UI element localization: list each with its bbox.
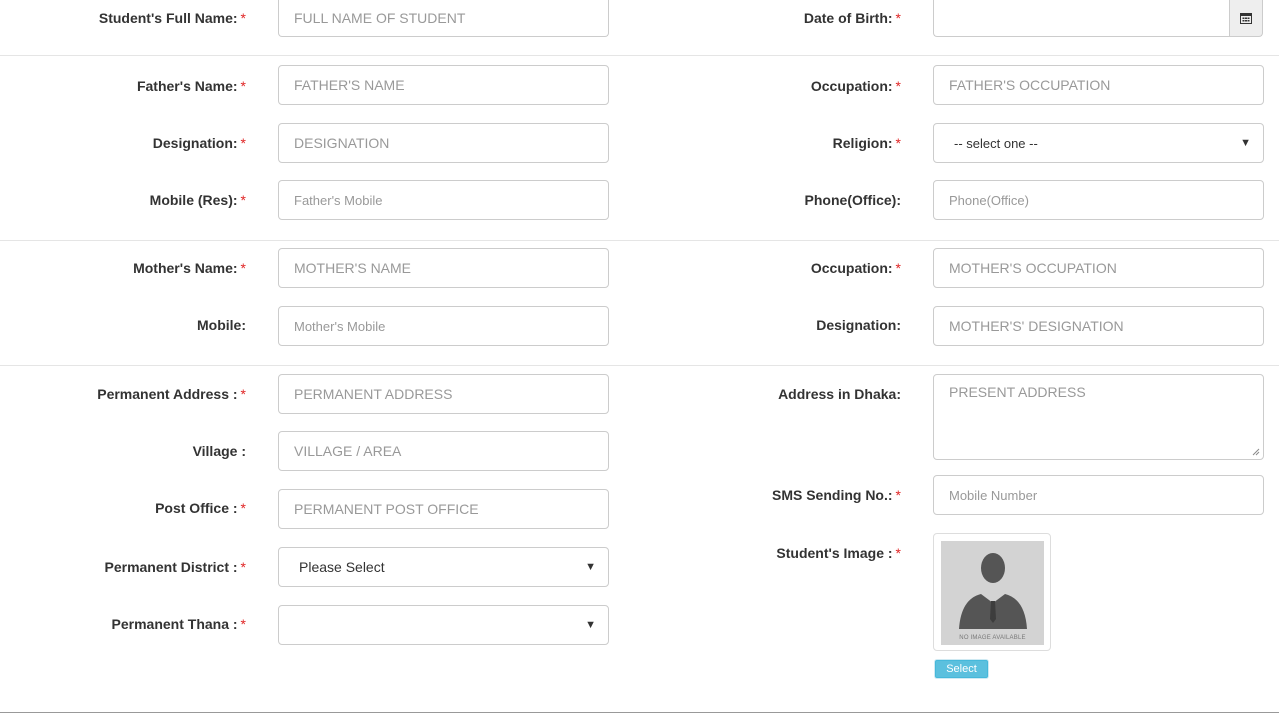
mother-designation-label: Designation: <box>816 317 901 333</box>
full-name-input[interactable] <box>278 0 609 37</box>
sms-number-input[interactable] <box>933 475 1264 515</box>
dob-label: Date of Birth: * <box>803 10 901 26</box>
chevron-down-icon: ▼ <box>1240 137 1251 149</box>
father-name-input[interactable] <box>278 65 609 105</box>
religion-select[interactable]: -- select one -- ▼ <box>933 123 1264 163</box>
mother-name-label: Mother's Name: * <box>133 260 246 276</box>
mother-occupation-input[interactable] <box>933 248 1264 288</box>
section-divider <box>0 365 1279 366</box>
father-mobile-input[interactable] <box>278 180 609 220</box>
student-image-label: Student's Image : * <box>776 545 901 561</box>
no-image-caption: NO IMAGE AVAILABLE <box>959 635 1026 641</box>
full-name-label: Student's Full Name: * <box>98 10 246 26</box>
father-mobile-label: Mobile (Res): * <box>149 192 246 208</box>
chevron-down-icon: ▼ <box>585 561 596 573</box>
district-selected-value: Please Select <box>299 559 385 575</box>
calendar-button[interactable] <box>1229 0 1263 37</box>
bottom-divider <box>0 712 1279 713</box>
district-label: Permanent District : * <box>104 559 247 575</box>
mother-mobile-input[interactable] <box>278 306 609 346</box>
mother-designation-input[interactable] <box>933 306 1264 346</box>
select-image-button[interactable]: Select <box>935 660 988 678</box>
student-image-thumbnail: NO IMAGE AVAILABLE <box>933 533 1051 651</box>
phone-office-input[interactable] <box>933 180 1264 220</box>
dhaka-address-label: Address in Dhaka: <box>778 386 901 402</box>
section-divider <box>0 55 1279 56</box>
chevron-down-icon: ▼ <box>585 619 596 631</box>
religion-label: Religion: * <box>832 135 901 151</box>
thana-label: Permanent Thana : * <box>111 616 246 632</box>
post-office-label: Post Office : * <box>155 500 246 516</box>
calendar-icon <box>1240 13 1252 24</box>
section-divider <box>0 240 1279 241</box>
father-designation-input[interactable] <box>278 123 609 163</box>
district-select[interactable]: Please Select ▼ <box>278 547 609 587</box>
father-occupation-label: Occupation: * <box>810 78 901 94</box>
religion-selected-value: -- select one -- <box>954 135 1038 151</box>
person-placeholder-icon <box>959 553 1027 629</box>
resize-handle-icon[interactable] <box>1252 448 1260 456</box>
village-input[interactable] <box>278 431 609 471</box>
post-office-input[interactable] <box>278 489 609 529</box>
avatar: NO IMAGE AVAILABLE <box>941 541 1044 645</box>
dhaka-address-textarea[interactable] <box>933 374 1264 460</box>
father-designation-label: Designation: * <box>152 135 246 151</box>
sms-number-label: SMS Sending No.: * <box>771 487 901 503</box>
village-label: Village : <box>192 443 246 459</box>
permanent-address-input[interactable] <box>278 374 609 414</box>
permanent-address-label: Permanent Address : * <box>97 386 246 402</box>
phone-office-label: Phone(Office): <box>804 192 901 208</box>
mother-mobile-label: Mobile: <box>197 317 246 333</box>
thana-select[interactable]: ▼ <box>278 605 609 645</box>
mother-name-input[interactable] <box>278 248 609 288</box>
father-name-label: Father's Name: * <box>136 78 246 94</box>
father-occupation-input[interactable] <box>933 65 1264 105</box>
mother-occupation-label: Occupation: * <box>810 260 901 276</box>
dob-input[interactable] <box>933 0 1230 37</box>
